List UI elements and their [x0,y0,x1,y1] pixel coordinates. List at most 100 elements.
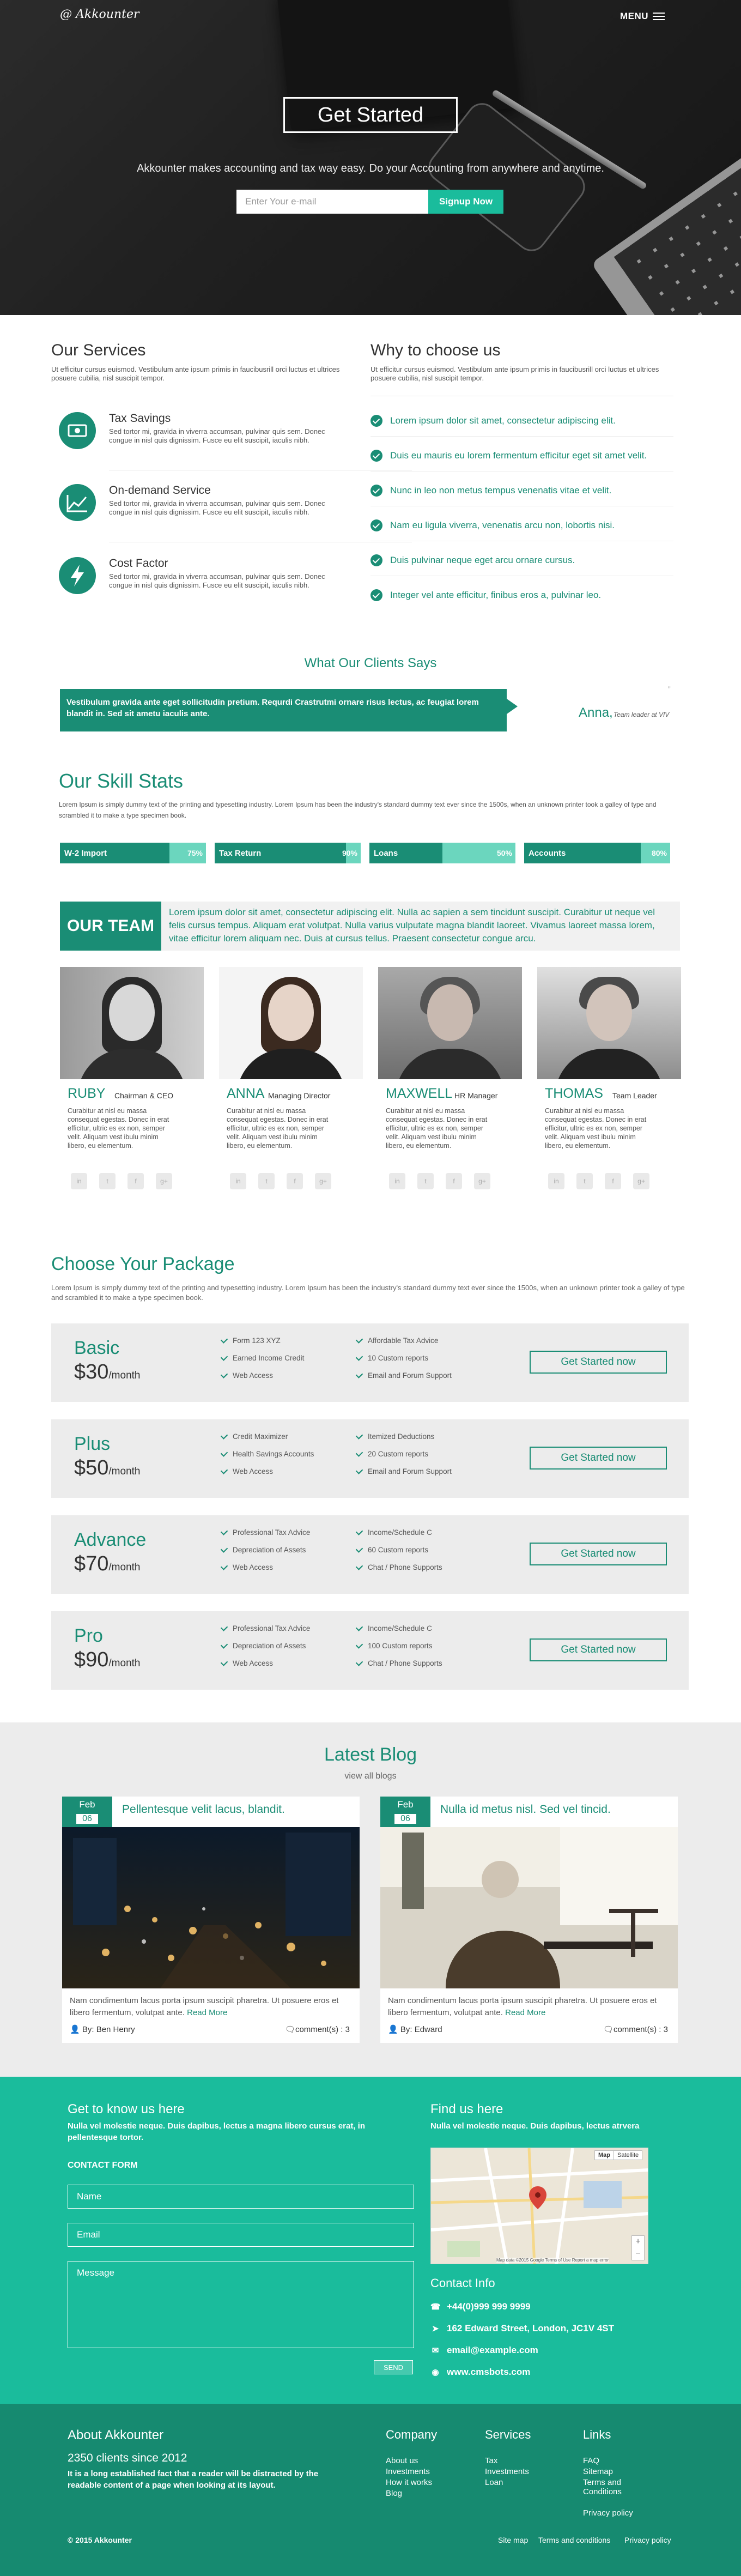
package-name: Advance [74,1529,147,1550]
service-text: Sed tortor mi, gravida in viverra accums… [109,427,325,444]
location-map[interactable]: Map Satellite + − Map data ©2015 Google T… [430,2148,648,2264]
check-icon [220,1466,228,1474]
get-started-now-button[interactable]: Get Started now [530,1351,667,1374]
check-icon [220,1562,228,1570]
post-title[interactable]: Nulla id metus nisl. Sed vel tincid. [440,1803,611,1816]
linkedin-icon[interactable]: in [230,1173,246,1189]
sitemap-link[interactable]: Site map [498,2536,528,2544]
package-feature: Chat / Phone Supports [355,1657,442,1669]
footer-link[interactable]: Investments [386,2467,430,2476]
facebook-icon[interactable]: f [287,1173,303,1189]
email-field[interactable]: Email [68,2223,414,2247]
testimonial-role: Team leader at VIV [614,711,670,718]
package-price: $50/month [74,1456,141,1479]
package-feature: Form 123 XYZ [220,1334,281,1346]
get-started-now-button[interactable]: Get Started now [530,1447,667,1470]
check-icon [220,1335,228,1344]
footer-link[interactable]: Investments [485,2467,529,2476]
send-button[interactable]: SEND [374,2360,413,2374]
privacy-link[interactable]: Privacy policy [624,2536,671,2544]
package-feature: Web Access [220,1465,273,1477]
get-started-now-button[interactable]: Get Started now [530,1543,667,1565]
twitter-icon[interactable]: t [258,1173,275,1189]
linkedin-icon[interactable]: in [548,1173,564,1189]
satellite-tab[interactable]: Satellite [614,2151,642,2160]
map-type-toggle[interactable]: Map Satellite [594,2150,643,2160]
check-icon [220,1527,228,1535]
footer-link[interactable]: Blog [386,2489,402,2498]
member-name: ANNA [227,1086,265,1101]
blog-post: Feb 06 Pellentesque velit lacus, blandit.… [62,1797,360,2043]
map-tab[interactable]: Map [595,2151,614,2160]
why-text: Nunc in leo non metus tempus venenatis v… [390,485,612,495]
footer-link[interactable]: Terms and Conditions [583,2478,637,2496]
zoom-control[interactable]: + − [631,2235,645,2260]
post-image [62,1827,360,1988]
package-feature: Depreciation of Assets [220,1640,306,1652]
member-photo [378,967,522,1079]
check-icon [220,1623,228,1631]
package-feature: Professional Tax Advice [220,1622,310,1634]
twitter-icon[interactable]: t [417,1173,434,1189]
google-plus-icon[interactable]: g+ [633,1173,649,1189]
contact-info-title: Contact Info [430,2276,495,2290]
skill-bar: Loans 50% [369,843,515,863]
check-icon [355,1658,363,1666]
footer-link[interactable]: Loan [485,2478,503,2487]
twitter-icon[interactable]: t [576,1173,593,1189]
read-more-link[interactable]: Read More [187,2008,227,2017]
linkedin-icon[interactable]: in [71,1173,87,1189]
check-icon [220,1641,228,1649]
signup-button[interactable]: Signup Now [428,190,503,214]
twitter-icon[interactable]: t [99,1173,116,1189]
contact-email[interactable]: ✉ email@example.com [430,2345,538,2356]
facebook-icon[interactable]: f [446,1173,462,1189]
facebook-icon[interactable]: f [605,1173,621,1189]
clients-title: What Our Clients Says [304,656,437,670]
footer-link[interactable]: How it works [386,2478,432,2487]
post-excerpt: Nam condimentum lacus porta ipsum suscip… [388,1996,657,2017]
post-comments[interactable]: 🗨comment(s) : 3 [285,2024,350,2034]
hero-email-input[interactable]: Enter Your e-mail [236,190,428,214]
why-item: Lorem ipsum dolor sit amet, consectetur … [370,413,676,428]
post-title[interactable]: Pellentesque velit lacus, blandit. [122,1803,285,1816]
footer-link[interactable]: Privacy policy [583,2508,633,2518]
footer-link[interactable]: About us [386,2456,418,2465]
google-plus-icon[interactable]: g+ [156,1173,172,1189]
footer-link[interactable]: FAQ [583,2456,599,2465]
post-comments[interactable]: 🗨comment(s) : 3 [603,2024,668,2034]
footer-link[interactable]: Sitemap [583,2467,613,2476]
name-field[interactable]: Name [68,2185,414,2209]
facebook-icon[interactable]: f [127,1173,144,1189]
package-feature: Health Savings Accounts [220,1448,314,1460]
get-started-button[interactable]: Get Started [283,97,458,133]
view-all-blogs-link[interactable]: view all blogs [0,1771,741,1781]
package-name: Pro [74,1625,103,1646]
member-role: Chairman & CEO [114,1091,174,1100]
contact-website[interactable]: ◉ www.cmsbots.com [430,2367,530,2378]
message-field[interactable]: Message [68,2261,414,2348]
services-title: Our Services [51,341,146,359]
get-started-now-button[interactable]: Get Started now [530,1638,667,1661]
team-badge: OUR TEAM [60,902,161,951]
check-icon [355,1335,363,1344]
check-icon [220,1545,228,1553]
menu-button[interactable]: MENU [620,11,665,22]
packages-desc: Lorem Ipsum is simply dummy text of the … [51,1284,685,1302]
logo[interactable]: @ Akkounter [60,8,139,21]
terms-link[interactable]: Terms and conditions [538,2536,610,2544]
google-plus-icon[interactable]: g+ [315,1173,331,1189]
why-item: Duis eu mauris eu lorem fermentum effici… [370,448,676,463]
google-plus-icon[interactable]: g+ [474,1173,490,1189]
services-footer-title: Services [485,2428,531,2441]
linkedin-icon[interactable]: in [389,1173,405,1189]
package-card: Advance $70/month Professional Tax Advic… [51,1515,689,1594]
skill-percent: 75% [187,849,203,857]
skills-desc: Lorem Ipsum is simply dummy text of the … [59,801,657,819]
member-name: RUBY [68,1086,106,1101]
read-more-link[interactable]: Read More [505,2008,545,2017]
footer-link[interactable]: Tax [485,2456,497,2465]
package-feature: Email and Forum Support [355,1369,452,1381]
service-text: Sed tortor mi, gravida in viverra accums… [109,499,325,516]
package-name: Plus [74,1434,111,1454]
